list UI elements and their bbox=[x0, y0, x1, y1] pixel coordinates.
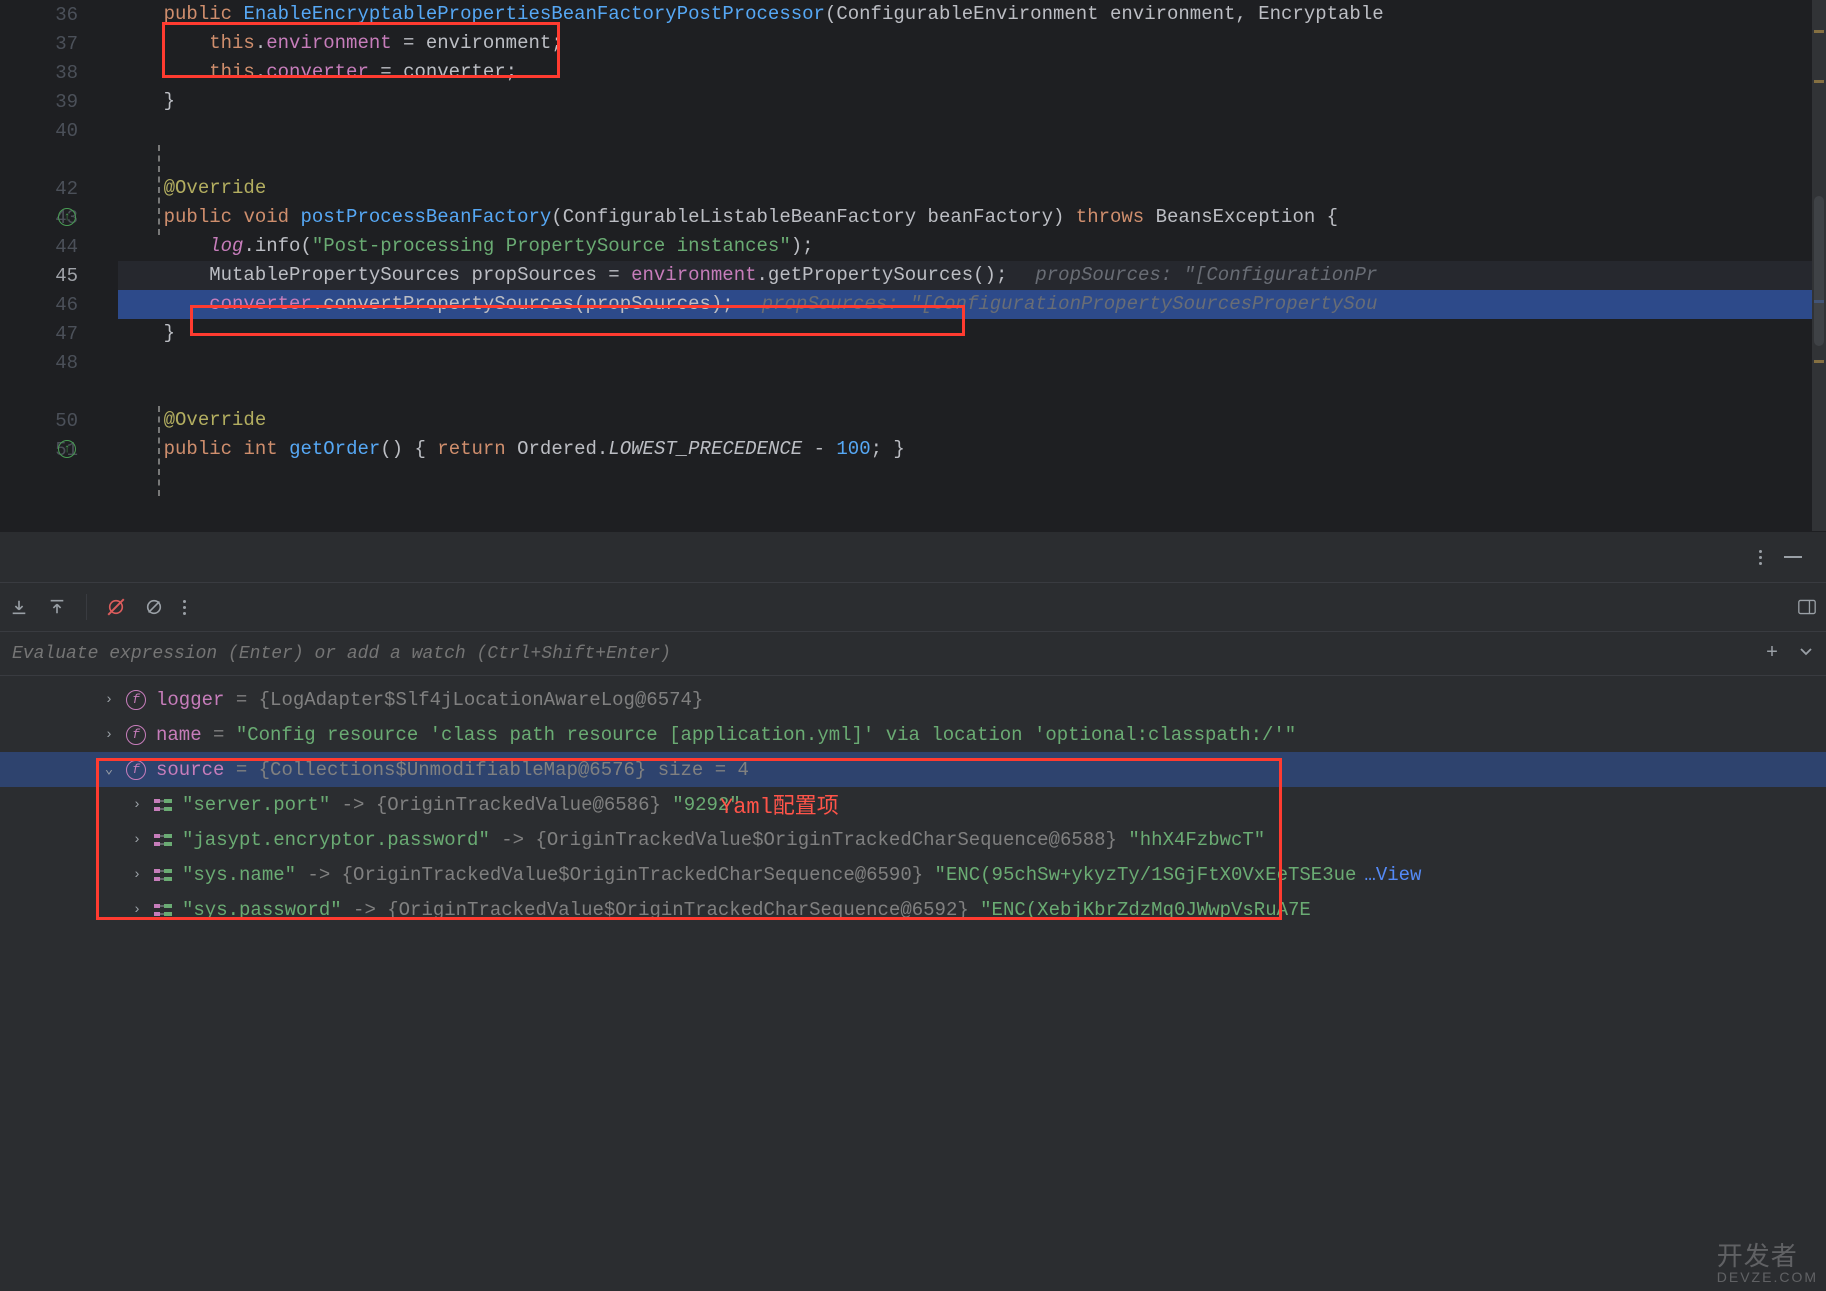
line-number[interactable]: 47 bbox=[0, 319, 78, 348]
layout-icon[interactable] bbox=[1798, 598, 1816, 616]
chevron-icon[interactable]: › bbox=[102, 692, 116, 708]
inline-debug-value: propSources: "[ConfigurationPropertySour… bbox=[734, 293, 1378, 315]
override-gutter-icon[interactable] bbox=[58, 208, 76, 226]
line-number[interactable]: 48 bbox=[0, 348, 78, 377]
chevron-icon[interactable]: › bbox=[130, 867, 144, 883]
code-line[interactable]: converter.convertPropertySources(propSou… bbox=[118, 290, 1826, 319]
code-line[interactable]: log.info("Post-processing PropertySource… bbox=[118, 232, 1826, 261]
evaluate-row: + bbox=[0, 632, 1826, 676]
code-editor[interactable]: 3637383940424344454647485051 public Enab… bbox=[0, 0, 1826, 531]
code-line[interactable] bbox=[118, 348, 1826, 377]
map-entry-icon bbox=[154, 868, 172, 882]
code-line[interactable] bbox=[118, 145, 1826, 174]
line-number[interactable]: 45 bbox=[0, 261, 78, 290]
debug-topbar bbox=[0, 532, 1826, 582]
chevron-icon[interactable]: › bbox=[130, 797, 144, 813]
code-line[interactable]: @Override bbox=[118, 406, 1826, 435]
line-number[interactable]: 37 bbox=[0, 29, 78, 58]
more-debug-icon[interactable] bbox=[183, 600, 186, 615]
chevron-icon[interactable]: › bbox=[130, 902, 144, 918]
variable-text: logger = {LogAdapter$Slf4jLocationAwareL… bbox=[156, 689, 703, 711]
minimize-icon[interactable] bbox=[1784, 556, 1802, 558]
code-line[interactable]: } bbox=[118, 87, 1826, 116]
variables-tree[interactable]: › f logger = {LogAdapter$Slf4jLocationAwar… bbox=[0, 676, 1826, 927]
variable-text: "sys.password" -> {OriginTrackedValue$Or… bbox=[182, 899, 1311, 921]
variable-row[interactable]: › "sys.name" -> {OriginTrackedValue$Origi… bbox=[0, 857, 1826, 892]
map-entry-icon bbox=[154, 833, 172, 847]
map-entry-icon bbox=[154, 903, 172, 917]
code-line[interactable]: public void postProcessBeanFactory(Confi… bbox=[118, 203, 1826, 232]
code-line[interactable]: MutablePropertySources propSources = env… bbox=[118, 261, 1826, 290]
map-entry-icon bbox=[154, 798, 172, 812]
cursor-guide bbox=[158, 145, 160, 235]
variable-row[interactable]: › "jasypt.encryptor.password" -> {OriginT… bbox=[0, 822, 1826, 857]
mute-breakpoint-icon[interactable] bbox=[107, 598, 125, 616]
variable-text: "sys.name" -> {OriginTrackedValue$Origin… bbox=[182, 864, 1421, 886]
cursor-guide bbox=[158, 406, 160, 496]
code-line[interactable]: public EnableEncryptablePropertiesBeanFa… bbox=[118, 0, 1826, 29]
variable-row[interactable]: › "server.port" -> {OriginTrackedValue@65… bbox=[0, 787, 1826, 822]
code-line[interactable]: this.converter = converter; bbox=[118, 58, 1826, 87]
view-link[interactable]: …View bbox=[1364, 864, 1421, 886]
line-number[interactable]: 50 bbox=[0, 406, 78, 435]
variable-row-selected[interactable]: ⌄ f source = {Collections$UnmodifiableMap@… bbox=[0, 752, 1826, 787]
variable-row[interactable]: › f logger = {LogAdapter$Slf4jLocationAwar… bbox=[0, 682, 1826, 717]
line-number[interactable] bbox=[0, 145, 78, 174]
variable-row[interactable]: › f name = "Config resource 'class path re… bbox=[0, 717, 1826, 752]
code-line[interactable] bbox=[118, 116, 1826, 145]
more-icon[interactable] bbox=[1759, 550, 1762, 565]
variable-row[interactable]: › "sys.password" -> {OriginTrackedValue$O… bbox=[0, 892, 1826, 927]
chevron-icon[interactable]: › bbox=[102, 727, 116, 743]
code-line[interactable]: @Override bbox=[118, 174, 1826, 203]
code-line[interactable] bbox=[118, 377, 1826, 406]
inline-debug-value: propSources: "[ConfigurationPr bbox=[1007, 264, 1377, 286]
variable-text: "server.port" -> {OriginTrackedValue@658… bbox=[182, 794, 741, 816]
evaluate-input[interactable] bbox=[12, 644, 1746, 664]
variable-text: "jasypt.encryptor.password" -> {OriginTr… bbox=[182, 829, 1265, 851]
code-line[interactable]: } bbox=[118, 319, 1826, 348]
debug-toolbar bbox=[0, 582, 1826, 632]
debug-panel: + › f logger = {LogAdapter$Slf4jLocationAw… bbox=[0, 531, 1826, 1291]
variable-text: name = "Config resource 'class path reso… bbox=[156, 724, 1296, 746]
line-number[interactable]: 44 bbox=[0, 232, 78, 261]
line-number[interactable]: 36 bbox=[0, 0, 78, 29]
line-number[interactable]: 46 bbox=[0, 290, 78, 319]
code-line[interactable]: this.environment = environment; bbox=[118, 29, 1826, 58]
field-badge-icon: f bbox=[126, 760, 146, 780]
add-watch-icon[interactable]: + bbox=[1766, 642, 1778, 665]
line-number[interactable]: 39 bbox=[0, 87, 78, 116]
download-stack-icon[interactable] bbox=[10, 598, 28, 616]
chevron-icon[interactable]: › bbox=[130, 832, 144, 848]
line-number[interactable]: 40 bbox=[0, 116, 78, 145]
override-gutter-icon[interactable] bbox=[58, 440, 76, 458]
line-number[interactable]: 38 bbox=[0, 58, 78, 87]
separator bbox=[86, 594, 87, 620]
line-number[interactable] bbox=[0, 377, 78, 406]
line-number[interactable]: 42 bbox=[0, 174, 78, 203]
field-badge-icon: f bbox=[126, 725, 146, 745]
code-line[interactable]: public int getOrder() { return Ordered.L… bbox=[118, 435, 1826, 464]
line-number-gutter[interactable]: 3637383940424344454647485051 bbox=[0, 0, 108, 531]
mute-all-icon[interactable] bbox=[145, 598, 163, 616]
code-area[interactable]: public EnableEncryptablePropertiesBeanFa… bbox=[118, 0, 1826, 464]
annotation-label: Yaml配置项 bbox=[720, 788, 839, 820]
field-badge-icon: f bbox=[126, 690, 146, 710]
editor-scrollbar[interactable] bbox=[1814, 196, 1824, 346]
chevron-icon[interactable]: ⌄ bbox=[102, 761, 116, 778]
variable-text: source = {Collections$UnmodifiableMap@65… bbox=[156, 759, 749, 781]
upload-stack-icon[interactable] bbox=[48, 598, 66, 616]
expand-all-icon[interactable] bbox=[1798, 643, 1814, 664]
